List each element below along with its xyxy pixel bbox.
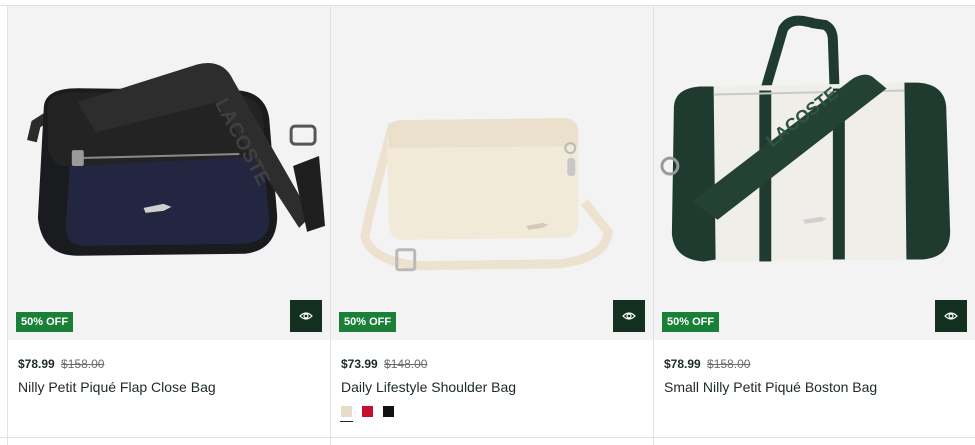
eye-icon — [622, 312, 636, 320]
quick-view-button[interactable] — [613, 300, 645, 332]
product-name[interactable]: Small Nilly Petit Piqué Boston Bag — [664, 378, 965, 396]
original-price: $158.00 — [707, 357, 751, 371]
eye-icon — [299, 312, 313, 320]
quick-view-button[interactable] — [290, 300, 322, 332]
boston-bag-icon: LACOSTE — [660, 15, 951, 262]
product-card[interactable]: 50% OFF $73.99 $148.00 Daily Lifestyle S… — [330, 6, 653, 445]
sale-price: $78.99 — [18, 357, 55, 371]
eye-icon — [944, 312, 958, 320]
product-image[interactable] — [331, 6, 653, 340]
original-price: $158.00 — [61, 357, 105, 371]
discount-badge: 50% OFF — [16, 312, 74, 332]
swatch-red[interactable] — [362, 406, 373, 417]
product-name[interactable]: Nilly Petit Piqué Flap Close Bag — [18, 378, 320, 396]
product-grid: LACOSTE 50% OFF $78.99 $158.00 Nilly Pet… — [7, 6, 975, 445]
color-swatches — [340, 406, 394, 422]
product-info: $78.99 $158.00 Nilly Petit Piqué Flap Cl… — [18, 356, 320, 396]
swatch-cream[interactable] — [340, 406, 353, 422]
product-image[interactable]: LACOSTE — [8, 6, 330, 340]
product-image[interactable]: LACOSTE — [654, 6, 975, 340]
price-row: $73.99 $148.00 — [341, 356, 643, 372]
discount-badge: 50% OFF — [339, 312, 397, 332]
cream-shoulder-bag-icon — [360, 118, 613, 272]
price-row: $78.99 $158.00 — [664, 356, 965, 372]
product-info: $78.99 $158.00 Small Nilly Petit Piqué B… — [664, 356, 965, 396]
product-card[interactable]: LACOSTE 50% OFF $78.99 $158.00 Small Nil… — [653, 6, 975, 445]
discount-badge: 50% OFF — [662, 312, 720, 332]
price-row: $78.99 $158.00 — [18, 356, 320, 372]
bottom-divider — [0, 437, 975, 438]
sale-price: $73.99 — [341, 357, 378, 371]
product-info: $73.99 $148.00 Daily Lifestyle Shoulder … — [341, 356, 643, 396]
product-card[interactable]: LACOSTE 50% OFF $78.99 $158.00 Nilly Pet… — [7, 6, 330, 445]
sale-price: $78.99 — [664, 357, 701, 371]
quick-view-button[interactable] — [935, 300, 967, 332]
original-price: $148.00 — [384, 357, 428, 371]
swatch-black[interactable] — [383, 406, 394, 417]
product-name[interactable]: Daily Lifestyle Shoulder Bag — [341, 378, 643, 396]
black-flap-bag-icon: LACOSTE — [27, 63, 326, 256]
